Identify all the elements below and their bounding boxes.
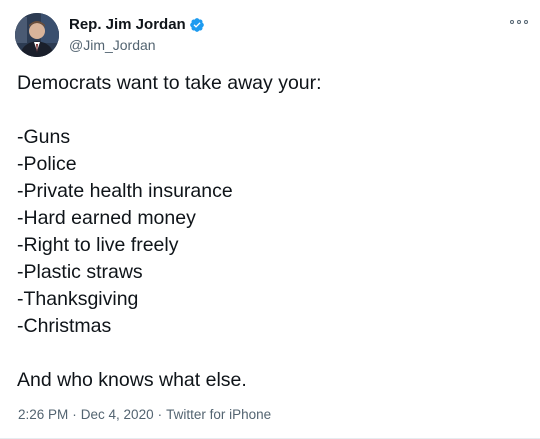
tweet-line: And who knows what else. — [17, 369, 247, 391]
author-display-name[interactable]: Rep. Jim Jordan — [69, 15, 186, 34]
tweet-line: -Private health insurance — [17, 180, 233, 202]
author-handle[interactable]: @Jim_Jordan — [69, 36, 205, 54]
avatar-image — [15, 13, 59, 57]
tweet-line: -Right to live freely — [17, 234, 179, 256]
tweet-line: -Hard earned money — [17, 207, 196, 229]
author-info: Rep. Jim Jordan @Jim_Jordan — [69, 15, 205, 54]
more-options-icon[interactable] — [510, 16, 528, 28]
tweet-meta: 2:26 PM · Dec 4, 2020 · Twitter for iPhone — [18, 406, 271, 424]
tweet-line: Democrats want to take away your: — [17, 72, 322, 94]
tweet-source-link[interactable]: Twitter for iPhone — [166, 407, 271, 422]
tweet-line: -Plastic straws — [17, 261, 143, 283]
verified-badge-icon — [189, 17, 205, 33]
meta-separator: · — [72, 407, 77, 422]
avatar[interactable] — [15, 13, 59, 57]
tweet-text: Democrats want to take away your: -Guns … — [17, 70, 522, 394]
meta-separator: · — [157, 407, 163, 422]
more-dot — [517, 20, 521, 24]
tweet-line: -Thanksgiving — [17, 288, 139, 310]
tweet-card: Rep. Jim Jordan @Jim_Jordan Democrats wa… — [0, 0, 540, 439]
more-dot — [510, 20, 514, 24]
tweet-time[interactable]: 2:26 PM — [18, 407, 68, 422]
tweet-line: -Guns — [17, 126, 71, 148]
tweet-line: -Christmas — [17, 315, 112, 337]
more-dot — [524, 20, 528, 24]
tweet-date[interactable]: Dec 4, 2020 — [81, 407, 154, 422]
tweet-line: -Police — [17, 153, 77, 175]
